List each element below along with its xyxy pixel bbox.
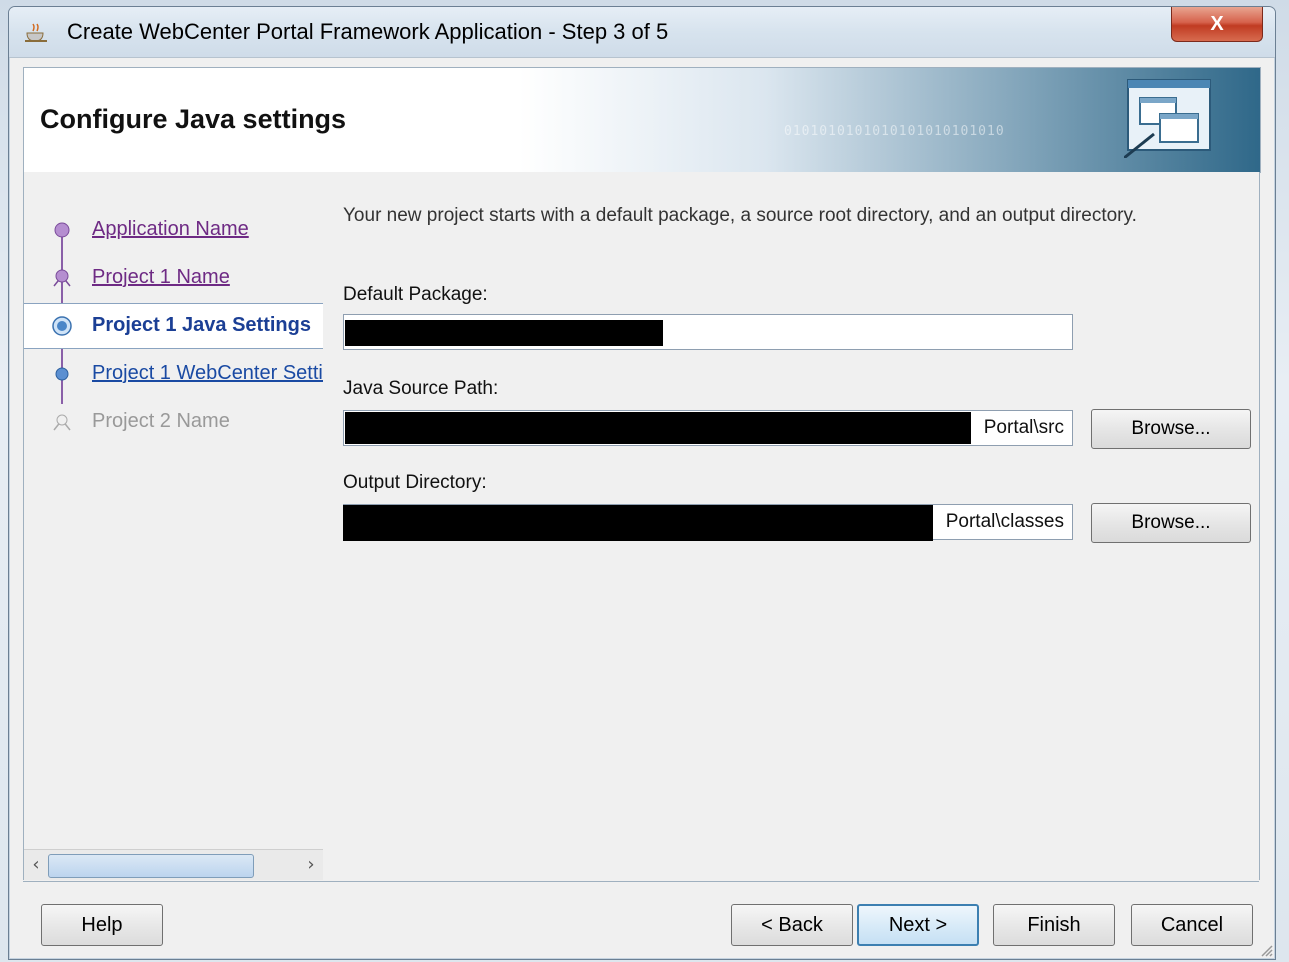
header-binary-decor: 0101010101010101010101010 bbox=[784, 124, 1005, 139]
wizard-step-navigator: Application Name Project 1 Name Project … bbox=[23, 172, 324, 880]
scroll-left-icon[interactable]: ‹ bbox=[26, 854, 46, 876]
step-project-2-name: Project 2 Name bbox=[24, 400, 323, 444]
browse-output-directory-button[interactable]: Browse... bbox=[1091, 503, 1251, 543]
step-label: Project 1 Name bbox=[92, 266, 230, 288]
redacted-region bbox=[345, 412, 971, 444]
settings-panel: Your new project starts with a default p… bbox=[323, 172, 1260, 880]
redacted-region bbox=[345, 320, 663, 346]
resize-grip-icon[interactable] bbox=[1257, 941, 1273, 957]
step-project-1-name[interactable]: Project 1 Name bbox=[24, 256, 323, 300]
step-current-icon bbox=[52, 316, 72, 336]
page-title: Configure Java settings bbox=[40, 104, 347, 134]
wizard-dialog: Create WebCenter Portal Framework Applic… bbox=[8, 6, 1276, 960]
scrollbar-thumb[interactable] bbox=[48, 854, 254, 878]
next-button[interactable]: Next > bbox=[857, 904, 979, 946]
button-bar: Help < Back Next > Finish Cancel bbox=[23, 881, 1259, 954]
intro-text: Your new project starts with a default p… bbox=[343, 205, 1137, 226]
wizard-header: Configure Java settings 0101010101010101… bbox=[23, 67, 1261, 173]
windows-wizard-icon bbox=[1124, 79, 1211, 158]
step-label: Project 1 Java Settings bbox=[92, 314, 311, 336]
browse-java-source-button[interactable]: Browse... bbox=[1091, 409, 1251, 449]
finish-button[interactable]: Finish bbox=[993, 904, 1115, 946]
cancel-button[interactable]: Cancel bbox=[1131, 904, 1253, 946]
scroll-right-icon[interactable]: › bbox=[301, 854, 321, 876]
step-label: Project 1 WebCenter Settings bbox=[92, 362, 323, 384]
step-project-1-webcenter-settings[interactable]: Project 1 WebCenter Settings bbox=[24, 352, 323, 396]
window-title: Create WebCenter Portal Framework Applic… bbox=[67, 19, 669, 44]
java-source-path-label: Java Source Path: bbox=[343, 378, 499, 399]
output-directory-value: Portal\classes bbox=[945, 511, 1064, 532]
step-application-name[interactable]: Application Name bbox=[24, 208, 323, 252]
back-button[interactable]: < Back bbox=[731, 904, 853, 946]
java-cup-icon bbox=[25, 23, 47, 42]
redacted-region bbox=[343, 505, 933, 541]
horizontal-scrollbar[interactable]: ‹ › bbox=[24, 849, 323, 880]
step-label: Application Name bbox=[92, 218, 249, 240]
title-bar[interactable]: Create WebCenter Portal Framework Applic… bbox=[9, 7, 1275, 58]
default-package-label: Default Package: bbox=[343, 284, 488, 305]
close-icon: X bbox=[1210, 12, 1224, 35]
close-button[interactable]: X bbox=[1171, 7, 1263, 42]
java-source-path-value: Portal\src bbox=[983, 417, 1064, 438]
step-list: Application Name Project 1 Name Project … bbox=[24, 172, 323, 832]
output-directory-label: Output Directory: bbox=[343, 472, 487, 493]
step-label: Project 2 Name bbox=[92, 410, 230, 432]
help-button[interactable]: Help bbox=[41, 904, 163, 946]
